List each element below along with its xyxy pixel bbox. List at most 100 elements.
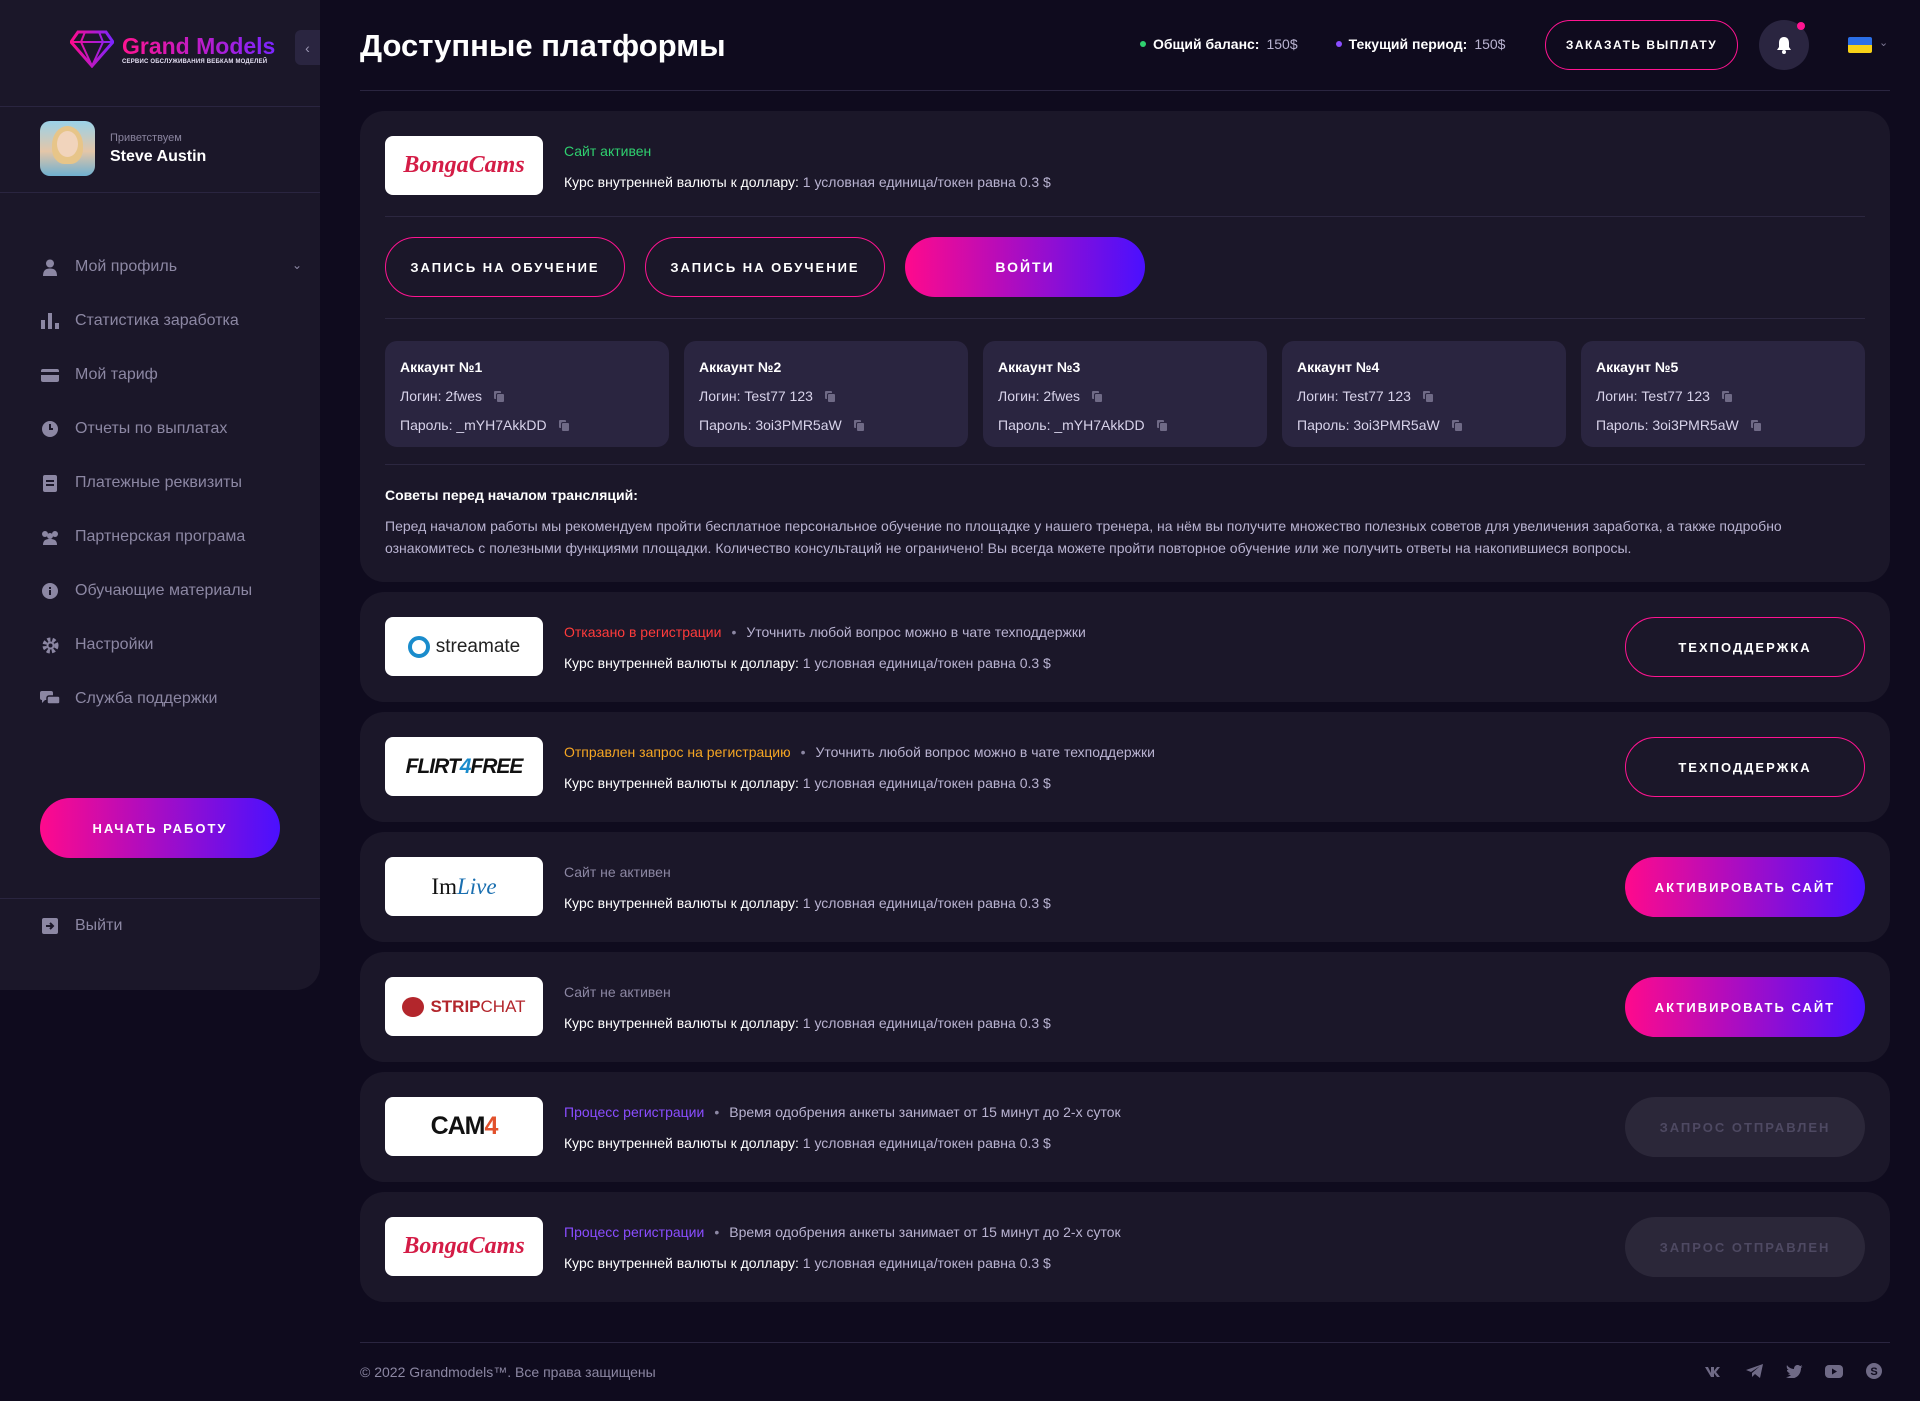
bell-icon xyxy=(1777,37,1791,54)
account-password: Пароль: 3oi3PMR5aW xyxy=(699,417,842,433)
logo-subtitle: СЕРВИС ОБСЛУЖИВАНИЯ ВЕБКАМ МОДЕЛЕЙ xyxy=(122,59,268,65)
sidebar-item-label: Платежные реквизиты xyxy=(75,474,242,491)
copy-icon[interactable] xyxy=(1451,419,1462,431)
divider xyxy=(0,106,320,107)
request-sent-button: Запрос отправлен xyxy=(1625,1097,1865,1157)
account-title: Аккаунт №5 xyxy=(1596,359,1679,375)
logout-icon xyxy=(40,916,60,936)
training-signup-button[interactable]: Запись на обучение xyxy=(385,237,625,297)
svg-text:S: S xyxy=(1870,1366,1877,1378)
divider xyxy=(0,192,320,193)
sidebar-item-profile[interactable]: Мой профиль ⌄ xyxy=(40,240,302,294)
sidebar-item-support[interactable]: Служба поддержки xyxy=(40,672,302,726)
collapse-sidebar-button[interactable]: ‹ xyxy=(295,30,320,65)
sidebar-item-label: Обучающие материалы xyxy=(75,582,253,599)
logout-button[interactable]: Выйти xyxy=(40,916,122,936)
copy-icon[interactable] xyxy=(1422,390,1433,402)
current-period: Текущий период: 150$ xyxy=(1335,36,1505,52)
account-card: Аккаунт №2 Логин: Test77 123 Пароль: 3oi… xyxy=(684,341,968,447)
chevron-down-icon[interactable]: ⌄ xyxy=(1879,36,1888,49)
activate-site-button[interactable]: Активировать сайт xyxy=(1625,857,1865,917)
platform-card: FLIRT4FREE Отправлен запрос на регистрац… xyxy=(360,712,1890,822)
sidebar-item-earnings-stats[interactable]: Статистика заработка xyxy=(40,294,302,348)
sidebar-item-payment-details[interactable]: Платежные реквизиты xyxy=(40,456,302,510)
copy-icon[interactable] xyxy=(1721,390,1732,402)
sidebar: Grand Models СЕРВИС ОБСЛУЖИВАНИЯ ВЕБКАМ … xyxy=(0,0,320,990)
account-login: Логин: Test77 123 xyxy=(699,388,813,404)
copy-icon[interactable] xyxy=(824,390,835,402)
sidebar-item-payout-reports[interactable]: Отчеты по выплатах xyxy=(40,402,302,456)
twitter-icon[interactable] xyxy=(1785,1362,1803,1380)
divider xyxy=(385,216,1865,217)
sidebar-item-label: Мой профиль xyxy=(75,258,178,275)
document-icon xyxy=(40,473,60,493)
credit-card-icon xyxy=(40,365,60,385)
sidebar-nav: Мой профиль ⌄ Статистика заработка Мой т… xyxy=(40,240,302,726)
sidebar-item-settings[interactable]: Настройки xyxy=(40,618,302,672)
copy-icon[interactable] xyxy=(1091,390,1102,402)
separator-dot: • xyxy=(714,1224,720,1240)
rate-label: Курс внутренней валюты к доллару: xyxy=(564,895,799,911)
logo-title: Grand Models xyxy=(122,33,276,59)
account-login: Логин: Test77 123 xyxy=(1297,388,1411,404)
chat-icon xyxy=(40,689,60,709)
support-button[interactable]: Техподдержка xyxy=(1625,737,1865,797)
rate-value: 1 условная единица/токен равна 0.3 $ xyxy=(802,1255,1051,1271)
rate-line: Курс внутренней валюты к доллару: 1 усло… xyxy=(564,1015,1051,1031)
tips-title: Советы перед началом трансляций: xyxy=(385,487,638,503)
platform-status: Отказано в регистрации xyxy=(564,624,722,640)
skype-icon[interactable]: S xyxy=(1865,1362,1883,1380)
copyright: © 2022 Grandmodels™. Все права защищены xyxy=(360,1364,656,1380)
copy-icon[interactable] xyxy=(558,419,569,431)
platform-card: BongaCams Процесс регистрации • Время од… xyxy=(360,1192,1890,1302)
order-payout-button[interactable]: ЗАКАЗАТЬ ВЫПЛАТУ xyxy=(1545,20,1738,70)
logo[interactable]: Grand Models СЕРВИС ОБСЛУЖИВАНИЯ ВЕБКАМ … xyxy=(70,30,275,68)
platform-status: Процесс регистрации xyxy=(564,1104,705,1120)
account-title: Аккаунт №4 xyxy=(1297,359,1380,375)
gear-icon xyxy=(40,635,60,655)
start-work-button[interactable]: Начать работу xyxy=(40,798,280,858)
sidebar-item-tariff[interactable]: Мой тариф xyxy=(40,348,302,402)
user-icon xyxy=(40,257,60,277)
login-button[interactable]: Войти xyxy=(905,237,1145,297)
social-links: S xyxy=(1705,1362,1883,1380)
divider xyxy=(385,318,1865,319)
vk-icon[interactable] xyxy=(1705,1362,1723,1380)
rate-label: Курс внутренней валюты к доллару: xyxy=(564,1255,799,1271)
youtube-icon[interactable] xyxy=(1825,1362,1843,1380)
avatar[interactable] xyxy=(40,121,95,176)
sidebar-item-label: Мой тариф xyxy=(75,366,158,383)
platform-note: Время одобрения анкеты занимает от 15 ми… xyxy=(729,1104,1121,1120)
account-title: Аккаунт №3 xyxy=(998,359,1081,375)
telegram-icon[interactable] xyxy=(1745,1362,1763,1380)
platform-card: STRIPCHAT Сайт не активен Курс внутренне… xyxy=(360,952,1890,1062)
ukraine-flag-icon[interactable] xyxy=(1848,37,1872,53)
rate-label: Курс внутренней валюты к доллару: xyxy=(564,655,799,671)
copy-icon[interactable] xyxy=(1156,419,1167,431)
platform-card-active: BongaCams Сайт активен Курс внутренней в… xyxy=(360,111,1890,582)
balances: Общий баланс: 150$ Текущий период: 150$ xyxy=(1140,36,1505,52)
copy-icon[interactable] xyxy=(493,390,504,402)
sidebar-item-training-materials[interactable]: Обучающие материалы xyxy=(40,564,302,618)
sidebar-item-label: Статистика заработка xyxy=(75,312,239,329)
account-title: Аккаунт №1 xyxy=(400,359,483,375)
user-block: Приветствуем Steve Austin xyxy=(40,121,206,176)
period-label: Текущий период: xyxy=(1348,36,1468,52)
divider xyxy=(0,898,320,899)
rate-line: Курс внутренней валюты к доллару: 1 усло… xyxy=(564,1255,1051,1271)
rate-value: 1 условная единица/токен равна 0.3 $ xyxy=(802,895,1051,911)
footer-divider xyxy=(360,1342,1890,1343)
copy-icon[interactable] xyxy=(853,419,864,431)
sidebar-item-partner-program[interactable]: Партнерская програма xyxy=(40,510,302,564)
copy-icon[interactable] xyxy=(1750,419,1761,431)
training-signup-button[interactable]: Запись на обучение xyxy=(645,237,885,297)
rate-value: 1 условная единица/токен равна 0.3 $ xyxy=(802,775,1051,791)
chevron-left-icon: ‹ xyxy=(305,39,310,56)
activate-site-button[interactable]: Активировать сайт xyxy=(1625,977,1865,1037)
notifications-button[interactable] xyxy=(1759,20,1809,70)
tips-text: Перед началом работы мы рекомендуем прой… xyxy=(385,518,1782,556)
support-button[interactable]: Техподдержка xyxy=(1625,617,1865,677)
rate-line: Курс внутренней валюты к доллару: 1 усло… xyxy=(564,655,1051,671)
rate-value: 1 условная единица/токен равна 0.3 $ xyxy=(802,1135,1051,1151)
separator-dot: • xyxy=(731,624,737,640)
